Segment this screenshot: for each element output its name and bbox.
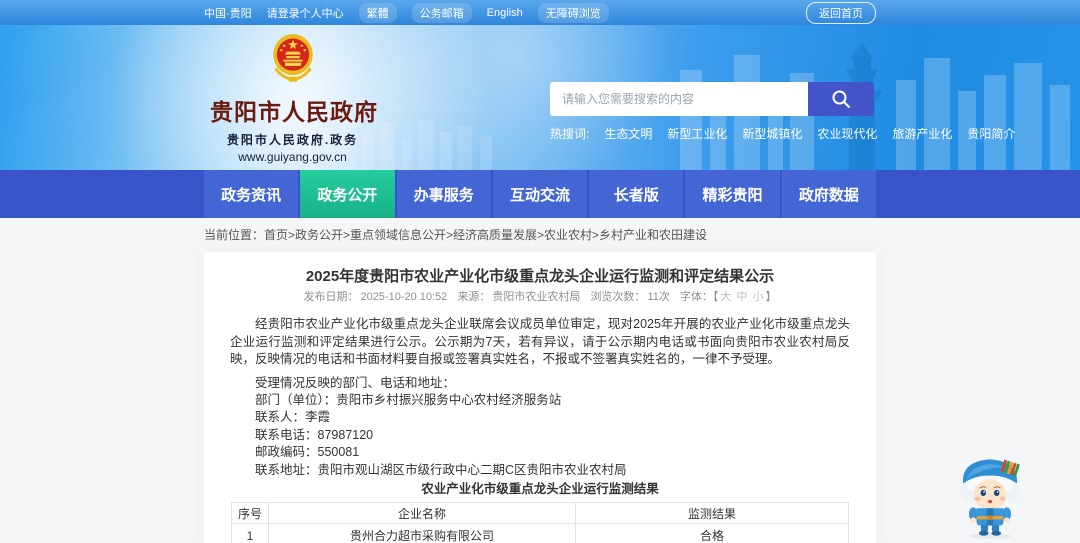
top-bar: 中国·贵阳 请登录个人中心 繁體 公务邮箱 English 无障碍浏览 返回首页 <box>0 0 1080 25</box>
hot-search-item[interactable]: 旅游产业化 <box>892 125 952 142</box>
site-logo[interactable]: 贵阳市人民政府 贵阳市人民政府.政务 www.guiyang.gov.cn <box>210 33 378 164</box>
source-label: 来源： <box>457 291 491 303</box>
font-size-small[interactable]: 小 <box>753 291 764 303</box>
search-icon <box>832 90 850 108</box>
views-value: 11次 <box>647 291 670 303</box>
site-title: 贵阳市人民政府 <box>210 99 378 125</box>
contact-phone: 联系电话：87987120 <box>255 427 374 442</box>
contact-postcode: 邮政编码：550081 <box>255 445 360 459</box>
col-header-index: 序号 <box>231 502 269 524</box>
search-area: 热搜词: 生态文明 新型工业化 新型城镇化 农业现代化 旅游产业化 贵阳简介 <box>550 82 1015 142</box>
article-paragraph: 受理情况反映的部门、电话和地址： <box>255 375 456 390</box>
contact-address: 联系地址：贵阳市观山湖区市级行政中心二期C区贵阳市农业农村局 <box>255 462 627 477</box>
traditional-chinese-link[interactable]: 繁體 <box>358 2 397 23</box>
font-size-medium[interactable]: 中 <box>736 291 747 303</box>
nav-item-zhengwu-zixun[interactable]: 政务资讯 <box>204 170 299 218</box>
article-panel: 2025年度贵阳市农业产业化市级重点龙头企业运行监测和评定结果公示 发布日期： 2… <box>204 252 876 543</box>
region-label: 中国·贵阳 <box>204 7 252 20</box>
article-paragraph: 经贵阳市农业产业化市级重点龙头企业联席会议成员单位审定，现对2025年开展的农业… <box>230 317 850 366</box>
monitoring-results-table: 序号 企业名称 监测结果 1 贵州合力超市采购有限公司 合格 2 贵州友禾种业有… <box>231 502 849 543</box>
nav-item-jingcai-guiyang[interactable]: 精彩贵阳 <box>685 170 780 218</box>
source-value: 贵阳市农业农村局 <box>492 291 581 303</box>
official-mail-link[interactable]: 公务邮箱 <box>411 2 472 23</box>
hot-search-item[interactable]: 新型工业化 <box>667 125 727 142</box>
search-button[interactable] <box>808 82 874 116</box>
nav-item-zhengfu-shuju[interactable]: 政府数据 <box>781 170 876 218</box>
cell-index: 1 <box>231 523 269 543</box>
table-title: 农业产业化市级重点龙头企业运行监测结果 <box>421 482 659 496</box>
nav-item-zhengwu-gongkai[interactable]: 政务公开 <box>300 170 395 218</box>
national-emblem-icon <box>272 34 313 82</box>
page-title: 2025年度贵阳市农业产业化市级重点龙头企业运行监测和评定结果公示 <box>305 268 775 285</box>
breadcrumb[interactable]: 首页>政务公开>重点领域信息公开>经济高质量发展>农业农村>乡村产业和农田建设 <box>264 228 707 242</box>
nav-item-zhangzheban[interactable]: 长者版 <box>589 170 684 218</box>
publish-date: 2025-10-20 10:52 <box>360 291 448 303</box>
breadcrumb-label: 当前位置： <box>204 228 265 242</box>
nav-item-banshi-fuwu[interactable]: 办事服务 <box>396 170 491 218</box>
nav-item-hudong-jiaoliu[interactable]: 互动交流 <box>492 170 588 218</box>
site-url: www.guiyang.gov.cn <box>238 150 347 164</box>
hot-search-item[interactable]: 生态文明 <box>604 125 652 142</box>
breadcrumb-bar: 当前位置：首页>政务公开>重点领域信息公开>经济高质量发展>农业农村>乡村产业和… <box>0 218 1080 252</box>
english-link[interactable]: English <box>487 7 523 19</box>
back-home-button[interactable]: 返回首页 <box>806 1 876 24</box>
mascot-widget[interactable] <box>942 443 1038 539</box>
cell-result: 合格 <box>575 523 849 543</box>
hot-search-item[interactable]: 新型城镇化 <box>742 125 802 142</box>
col-header-company: 企业名称 <box>268 502 576 524</box>
site-subtitle: 贵阳市人民政府.政务 <box>226 133 359 147</box>
login-link[interactable]: 请登录个人中心 <box>267 5 344 21</box>
col-header-result: 监测结果 <box>575 502 849 524</box>
hot-search-item[interactable]: 农业现代化 <box>817 125 877 142</box>
top-bar-inner: 中国·贵阳 请登录个人中心 繁體 公务邮箱 English 无障碍浏览 返回首页 <box>204 0 876 25</box>
publish-date-label: 发布日期： <box>303 291 359 303</box>
accessibility-link[interactable]: 无障碍浏览 <box>537 2 609 23</box>
article-meta: 发布日期： 2025-10-20 10:52 来源： 贵阳市农业农村局 浏览次数： 1… <box>230 291 850 303</box>
hot-search-label: 热搜词: <box>550 127 590 141</box>
header-banner: 贵阳市人民政府 贵阳市人民政府.政务 www.guiyang.gov.cn 热搜… <box>0 25 1080 170</box>
font-size-label: 字体：【 <box>679 291 719 303</box>
views-label: 浏览次数： <box>590 291 646 303</box>
font-size-large[interactable]: 大 <box>720 291 731 303</box>
main-nav: 政务资讯 政务公开 办事服务 互动交流 长者版 精彩贵阳 政府数据 <box>0 170 1080 218</box>
table-header-row: 序号 企业名称 监测结果 <box>231 502 849 524</box>
contact-department: 部门（单位）：贵阳市乡村振兴服务中心农村经济服务站 <box>255 392 562 407</box>
search-input[interactable] <box>550 82 808 116</box>
hot-search-row: 热搜词: 生态文明 新型工业化 新型城镇化 农业现代化 旅游产业化 贵阳简介 <box>550 125 1015 142</box>
hot-search-item[interactable]: 贵阳简介 <box>967 125 1015 142</box>
table-row: 1 贵州合力超市采购有限公司 合格 <box>231 523 849 543</box>
contact-person: 联系人：李霞 <box>255 410 331 424</box>
cell-company: 贵州合力超市采购有限公司 <box>268 523 576 543</box>
font-size-bracket: 】 <box>765 291 777 303</box>
